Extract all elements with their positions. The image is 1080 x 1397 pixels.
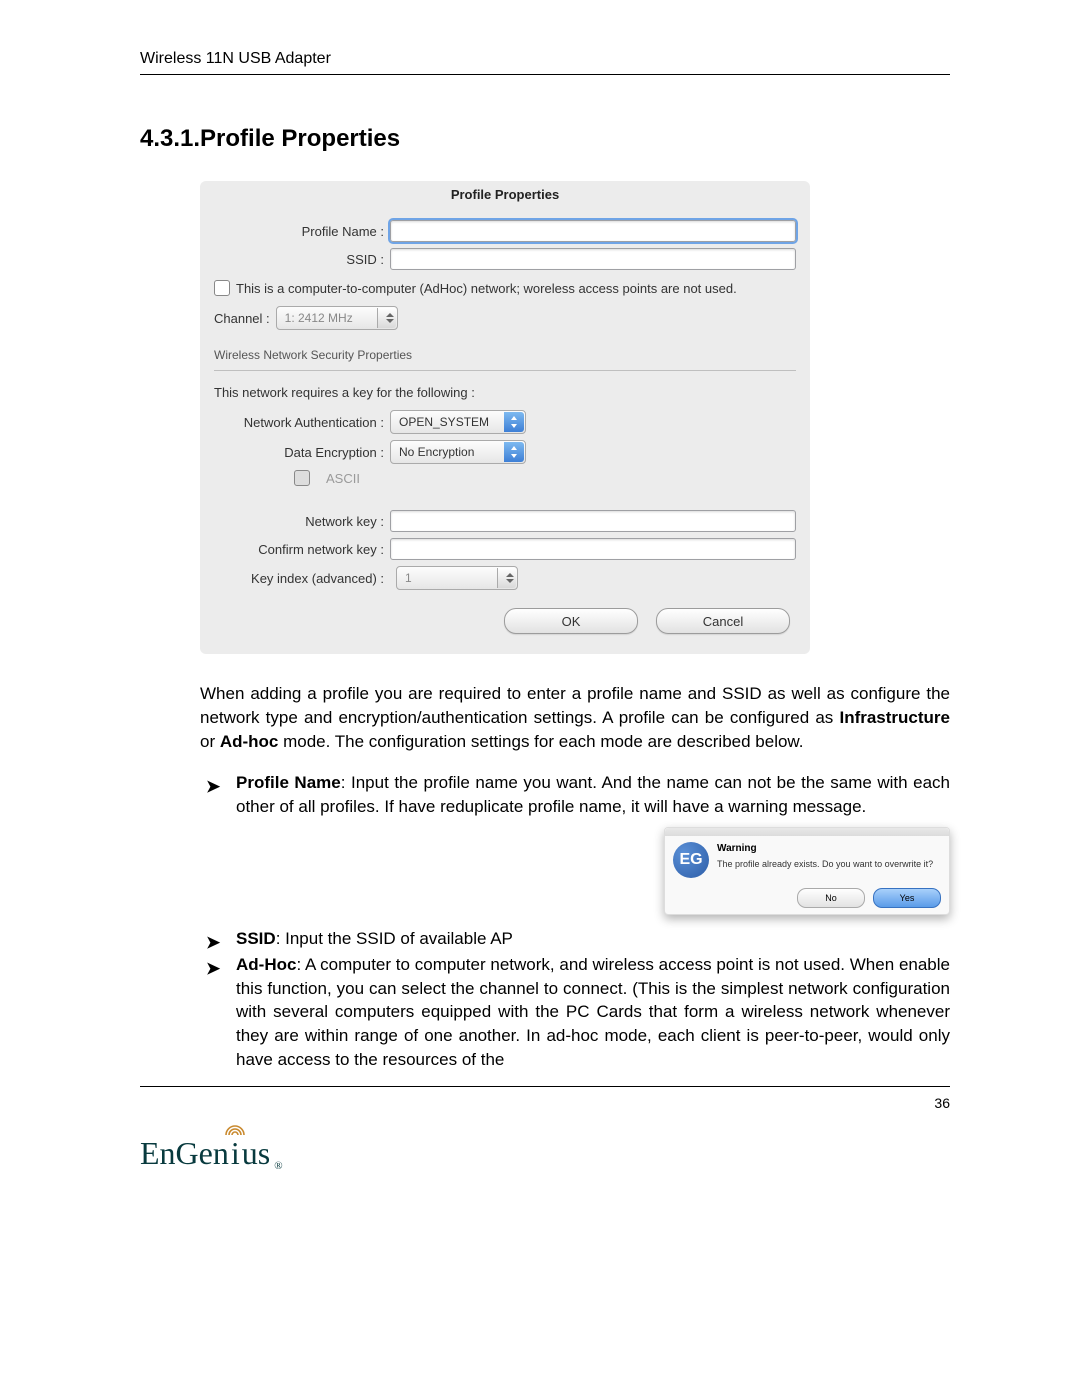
adhoc-checkbox[interactable] <box>214 280 230 296</box>
channel-stepper[interactable]: 1: 2412 MHz <box>276 306 398 330</box>
warning-message: The profile already exists. Do you want … <box>717 858 933 871</box>
arrow-icon: ➤ <box>206 775 220 799</box>
warning-title: Warning <box>717 842 933 856</box>
page-header: Wireless 11N USB Adapter <box>140 50 950 75</box>
arrow-icon: ➤ <box>206 931 220 955</box>
adhoc-checkbox-label: This is a computer-to-computer (AdHoc) n… <box>236 281 737 296</box>
intro-paragraph: When adding a profile you are required t… <box>200 682 950 753</box>
bullet-adhoc: ➤ Ad-Hoc: A computer to computer network… <box>200 953 950 1072</box>
ascii-checkbox <box>294 470 310 486</box>
bullet-profile-name: ➤ Profile Name: Input the profile name y… <box>200 771 950 915</box>
confirmkey-label: Confirm network key : <box>214 542 390 557</box>
bullet-list: ➤ Profile Name: Input the profile name y… <box>200 771 950 1071</box>
security-heading: Wireless Network Security Properties <box>214 348 796 371</box>
enc-label: Data Encryption : <box>214 445 390 460</box>
ascii-label: ASCII <box>316 471 366 486</box>
auth-label: Network Authentication : <box>214 415 390 430</box>
requires-text: This network requires a key for the foll… <box>214 385 796 400</box>
cancel-button[interactable]: Cancel <box>656 608 790 634</box>
ssid-label: SSID : <box>214 252 390 267</box>
section-title: 4.3.1.Profile Properties <box>140 125 950 153</box>
confirmkey-input[interactable] <box>390 538 796 560</box>
channel-label: Channel : <box>214 311 270 326</box>
warning-yes-button[interactable]: Yes <box>873 888 941 908</box>
arrow-icon: ➤ <box>206 957 220 981</box>
engenius-logo: EnGeni us® <box>140 1135 950 1172</box>
profile-name-label: Profile Name : <box>214 224 390 239</box>
ok-button[interactable]: OK <box>504 608 638 634</box>
bullet-ssid: ➤ SSID: Input the SSID of available AP <box>200 927 950 951</box>
enc-select[interactable]: No Encryption <box>390 440 526 464</box>
wifi-icon <box>224 1123 246 1137</box>
keyindex-label: Key index (advanced) : <box>214 571 390 586</box>
auth-select[interactable]: OPEN_SYSTEM <box>390 410 526 434</box>
dialog-title: Profile Properties <box>200 181 810 214</box>
page-number: 36 <box>140 1095 950 1111</box>
ssid-input[interactable] <box>390 248 796 270</box>
profile-properties-dialog: Profile Properties Profile Name : SSID :… <box>200 181 810 654</box>
keyindex-stepper[interactable]: 1 <box>396 566 518 590</box>
warning-no-button[interactable]: No <box>797 888 865 908</box>
netkey-input[interactable] <box>390 510 796 532</box>
profile-name-input[interactable] <box>390 220 796 242</box>
warning-dialog: EG Warning The profile already exists. D… <box>664 827 950 915</box>
warning-app-icon: EG <box>673 842 709 878</box>
netkey-label: Network key : <box>214 514 390 529</box>
